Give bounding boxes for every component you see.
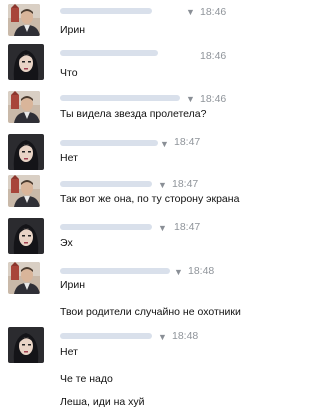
message-time: 18:47 xyxy=(174,136,201,148)
message-text: Леша, иди на хуй xyxy=(60,396,145,408)
man-portrait-icon xyxy=(8,175,40,207)
message-time: 18:46 xyxy=(200,93,227,105)
sender-name-blurred[interactable] xyxy=(60,8,152,14)
female-avatar[interactable] xyxy=(8,327,44,363)
chevron-down-icon[interactable]: ▼ xyxy=(186,94,195,104)
sender-name-blurred[interactable] xyxy=(60,95,180,101)
message-time: 18:46 xyxy=(200,6,227,18)
female-avatar[interactable] xyxy=(8,44,44,80)
sender-name-blurred[interactable] xyxy=(60,268,170,274)
message-text: Что xyxy=(60,67,78,79)
message-time: 18:48 xyxy=(188,265,215,277)
chevron-down-icon[interactable]: ▼ xyxy=(160,139,169,149)
sender-name-blurred[interactable] xyxy=(60,224,152,230)
message-time: 18:48 xyxy=(172,330,199,342)
message-text: Ирин xyxy=(60,279,86,291)
message-time: 18:46 xyxy=(200,50,227,62)
male-avatar[interactable] xyxy=(8,4,40,36)
message-text: Так вот же она, по ту сторону экрана xyxy=(60,193,240,205)
man-portrait-icon xyxy=(8,91,40,123)
message-text: Твои родители случайно не охотники xyxy=(60,306,241,318)
message-time: 18:47 xyxy=(172,178,199,190)
man-portrait-icon xyxy=(8,4,40,36)
sender-name-blurred[interactable] xyxy=(60,140,158,146)
male-avatar[interactable] xyxy=(8,175,40,207)
chevron-down-icon[interactable]: ▼ xyxy=(186,7,195,17)
message-text: Эх xyxy=(60,237,73,249)
woman-portrait-icon xyxy=(8,44,44,80)
male-avatar[interactable] xyxy=(8,91,40,123)
man-portrait-icon xyxy=(8,262,40,294)
female-avatar[interactable] xyxy=(8,134,44,170)
message-text: Нет xyxy=(60,152,78,164)
woman-portrait-icon xyxy=(8,134,44,170)
female-avatar[interactable] xyxy=(8,218,44,254)
chevron-down-icon[interactable]: ▼ xyxy=(158,180,167,190)
male-avatar[interactable] xyxy=(8,262,40,294)
message-text: Нет xyxy=(60,346,78,358)
woman-portrait-icon xyxy=(8,327,44,363)
woman-portrait-icon xyxy=(8,218,44,254)
message-text: Ирин xyxy=(60,24,86,36)
chevron-down-icon[interactable]: ▼ xyxy=(158,223,167,233)
sender-name-blurred[interactable] xyxy=(60,333,152,339)
sender-name-blurred[interactable] xyxy=(60,50,158,56)
chevron-down-icon[interactable]: ▼ xyxy=(158,332,167,342)
sender-name-blurred[interactable] xyxy=(60,181,152,187)
message-time: 18:47 xyxy=(174,221,201,233)
chevron-down-icon[interactable]: ▼ xyxy=(174,267,183,277)
message-text: Ты видела звезда пролетела? xyxy=(60,108,207,120)
message-text: Че те надо xyxy=(60,373,113,385)
